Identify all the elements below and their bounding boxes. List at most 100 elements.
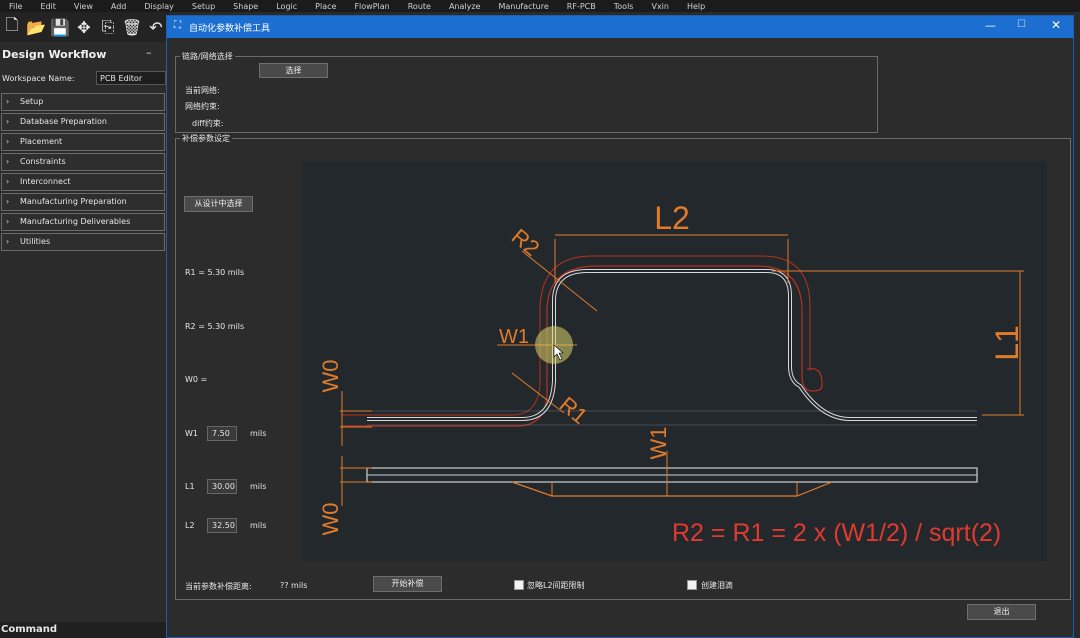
compensation-tool-dialog: ⛶ 自动化参数补偿工具 — ☐ ✕ 链路/网络选择 选择 当前网络: 网络约束:… [166,15,1074,638]
workflow-item-database-preparation[interactable]: › Database Preparation [1,113,165,131]
menu-display[interactable]: Display [135,2,183,11]
workflow-item-interconnect[interactable]: › Interconnect [1,173,165,191]
workspace-name-label: Workspace Name: [2,74,75,83]
workflow-item-setup[interactable]: › Setup [1,93,165,111]
workflow-item-utilities[interactable]: › Utilities [1,233,165,251]
exit-button[interactable]: 退出 [967,604,1036,620]
chevron-right-icon: › [6,217,10,226]
select-from-design-button[interactable]: 从设计中选择 [184,196,253,212]
command-label: Command [0,622,167,638]
r2-leader [521,250,598,312]
trace-lower-teardrop [511,481,833,497]
trace-upper-inner [367,270,977,420]
copy-icon[interactable]: ⎘ [98,16,118,38]
workflow-item-constraints[interactable]: › Constraints [1,153,165,171]
workflow-item-label: Interconnect [20,177,71,186]
net-selection-legend: 链路/网络选择 [182,52,233,61]
r1-dimension-label: R1 [555,392,593,429]
menu-view[interactable]: View [65,2,102,11]
r2-dimension-label: R2 [507,224,545,261]
workflow-item-label: Manufacturing Deliverables [20,217,131,226]
menu-vxin[interactable]: Vxin [642,2,678,11]
undo-icon[interactable]: ↶ [146,16,166,38]
r1-value-text: R1 = 5.30 mils [185,268,245,277]
main-toolbar: 🗋 📂 💾 ✥ ⎘ 🗑 ↶ [0,12,170,42]
save-icon[interactable]: 💾 [50,16,70,38]
start-compensation-button[interactable]: 开始补偿 [373,576,442,592]
workflow-item-label: Manufacturing Preparation [20,197,127,206]
move-icon[interactable]: ✥ [74,16,94,38]
maximize-button[interactable]: ☐ [1017,19,1026,30]
w1-top-label: W1 [499,326,529,348]
w1-input[interactable]: 7.50 [207,426,237,441]
w0-bottom-label: W0 [318,503,343,536]
workflow-item-manufacturing-preparation[interactable]: › Manufacturing Preparation [1,193,165,211]
chevron-right-icon: › [6,97,10,106]
l2-label: L2 [185,521,195,530]
app-icon: ⛶ [174,20,181,31]
workflow-item-label: Database Preparation [20,117,107,126]
current-comp-label: 当前参数补偿距离: [185,582,252,591]
diff-constraint-label: diff约束: [192,119,224,128]
menu-edit[interactable]: Edit [31,2,65,11]
w0-value-text: W0 = [185,375,208,384]
chevron-right-icon: › [6,137,10,146]
l1-input[interactable]: 30.00 [207,479,237,494]
create-teardrop-label: 创建泪滴 [701,581,733,590]
l2-dimension [554,234,789,283]
workflow-item-placement[interactable]: › Placement [1,133,165,151]
menu-manufacture[interactable]: Manufacture [489,2,557,11]
select-net-button[interactable]: 选择 [259,63,328,78]
menu-bar: File Edit View Add Display Setup Shape Logic Pla… [0,0,1080,12]
workflow-item-label: Utilities [20,237,51,246]
create-teardrop-checkbox[interactable] [687,580,697,590]
dialog-title: 自动化参数补偿工具 [189,24,271,34]
compensation-formula: R2 = R1 = 2 x (W1/2) / sqrt(2) [672,519,1001,547]
net-constraint-label: 网络约束: [185,102,220,111]
menu-analyze[interactable]: Analyze [440,2,490,11]
ignore-l2-label: 忽略L2间距限制 [527,581,585,590]
chevron-right-icon: › [6,237,10,246]
chevron-right-icon: › [6,157,10,166]
menu-file[interactable]: File [0,2,31,11]
menu-setup[interactable]: Setup [183,2,224,11]
workflow-item-manufacturing-deliverables[interactable]: › Manufacturing Deliverables [1,213,165,231]
chevron-right-icon: › [6,117,10,126]
menu-rf-pcb[interactable]: RF-PCB [558,2,605,11]
trace-upper [367,269,977,421]
menu-tools[interactable]: Tools [605,2,643,11]
current-comp-value: ?? mils [280,581,308,590]
menu-shape[interactable]: Shape [224,2,267,11]
l1-unit: mils [250,482,267,491]
w1-unit: mils [250,429,267,438]
compensation-diagram: L2 L1 R2 R1 W1 W0 W1 W0 R2 = R1 = 2 x (W… [302,161,1047,561]
l1-label: L1 [185,482,195,491]
l2-input[interactable]: 32.50 [207,518,237,533]
dialog-titlebar[interactable]: ⛶ 自动化参数补偿工具 — ☐ ✕ [167,16,1073,38]
ignore-l2-checkbox[interactable] [514,580,524,590]
menu-route[interactable]: Route [399,2,440,11]
workflow-title: Design Workflow [2,48,107,61]
menu-logic[interactable]: Logic [267,2,306,11]
l1-dimension-label: L1 [989,325,1025,361]
minimize-button[interactable]: — [985,19,996,32]
workflow-item-label: Constraints [20,157,66,166]
delete-icon[interactable]: 🗑 [122,16,142,38]
menu-flowplan[interactable]: FlowPlan [345,2,398,11]
w0-top-label: W0 [318,360,343,393]
compensation-param-legend: 补偿参数设定 [182,134,230,143]
new-icon[interactable]: 🗋 [2,15,22,38]
workflow-item-label: Setup [20,97,44,106]
menu-help[interactable]: Help [678,2,714,11]
w1-label: W1 [185,429,198,438]
chevron-right-icon: › [6,177,10,186]
close-button[interactable]: ✕ [1051,18,1061,32]
menu-place[interactable]: Place [306,2,345,11]
workspace-name-field[interactable]: PCB Editor [96,71,166,85]
chevron-right-icon: › [6,197,10,206]
panel-minimize-button[interactable]: – [146,46,152,59]
menu-add[interactable]: Add [102,2,136,11]
design-workflow-panel: Design Workflow – Workspace Name: PCB Ed… [0,42,167,622]
open-folder-icon[interactable]: 📂 [26,16,46,38]
r1-leader [511,372,565,414]
